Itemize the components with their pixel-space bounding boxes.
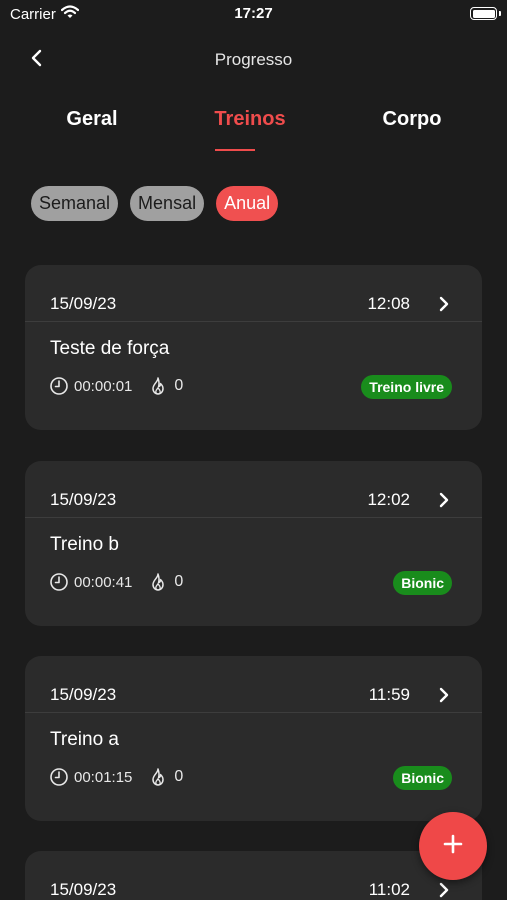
period-semanal-button[interactable]: Semanal — [31, 186, 119, 221]
workout-duration: 00:00:41 — [74, 573, 133, 591]
chevron-right-icon[interactable] — [438, 490, 452, 510]
workout-name: Teste de força — [50, 338, 170, 359]
workout-card[interactable]: 15/09/23 12:08 Teste de força 00:00:01 0… — [25, 265, 482, 430]
flame-icon — [148, 767, 168, 787]
status-bar: Carrier 17:27 — [0, 0, 507, 28]
add-workout-button[interactable] — [419, 812, 487, 880]
tab-geral[interactable]: Geral — [66, 108, 117, 131]
workout-calories: 0 — [174, 768, 184, 785]
tab-corpo[interactable]: Corpo — [383, 108, 442, 131]
flame-icon — [148, 572, 168, 592]
clock-icon — [49, 572, 69, 592]
chevron-right-icon[interactable] — [438, 880, 452, 900]
workout-card[interactable]: 15/09/23 12:02 Treino b 00:00:41 0 Bioni… — [25, 461, 482, 626]
plus-icon — [442, 833, 464, 860]
clock-icon — [49, 767, 69, 787]
period-filter: Semanal Mensal Anual — [31, 186, 279, 221]
chevron-right-icon[interactable] — [438, 685, 452, 705]
clock-icon — [49, 376, 69, 396]
workout-time: 11:59 — [368, 685, 410, 704]
nav-bar: Progresso — [0, 40, 507, 80]
card-divider — [25, 517, 482, 518]
tab-bar: Geral Treinos Corpo — [0, 108, 507, 154]
period-anual-button[interactable]: Anual — [216, 186, 279, 221]
battery-tip — [499, 11, 501, 16]
workout-stats: 00:01:15 0 — [49, 767, 183, 787]
active-tab-indicator — [215, 149, 255, 151]
workout-stats: 00:00:01 0 — [49, 376, 183, 396]
workout-time: 11:02 — [368, 880, 410, 899]
workout-time: 12:08 — [367, 294, 410, 313]
status-time: 17:27 — [234, 5, 273, 22]
workout-name: Treino b — [50, 534, 119, 555]
period-mensal-button[interactable]: Mensal — [130, 186, 205, 221]
workout-date: 15/09/23 — [50, 880, 117, 899]
workout-card[interactable]: 15/09/23 11:59 Treino a 00:01:15 0 Bioni… — [25, 656, 482, 821]
battery-icon — [470, 7, 497, 20]
workout-type-badge: Bionic — [393, 571, 452, 595]
card-divider — [25, 321, 482, 322]
workout-type-badge: Treino livre — [361, 375, 452, 399]
workout-date: 15/09/23 — [50, 490, 117, 509]
workout-name: Treino a — [50, 729, 119, 750]
workout-duration: 00:01:15 — [74, 768, 133, 786]
tab-treinos[interactable]: Treinos — [214, 108, 285, 131]
workout-calories: 0 — [174, 377, 184, 394]
workout-stats: 00:00:41 0 — [49, 572, 183, 592]
workout-time: 12:02 — [367, 490, 410, 509]
workout-card[interactable]: 15/09/23 11:02 — [25, 851, 482, 900]
workout-duration: 00:00:01 — [74, 377, 133, 395]
workout-calories: 0 — [174, 573, 184, 590]
workout-date: 15/09/23 — [50, 685, 117, 704]
chevron-right-icon[interactable] — [438, 294, 452, 314]
workout-date: 15/09/23 — [50, 294, 117, 313]
flame-icon — [148, 376, 168, 396]
page-title: Progresso — [214, 50, 293, 69]
card-divider — [25, 712, 482, 713]
workout-type-badge: Bionic — [393, 766, 452, 790]
